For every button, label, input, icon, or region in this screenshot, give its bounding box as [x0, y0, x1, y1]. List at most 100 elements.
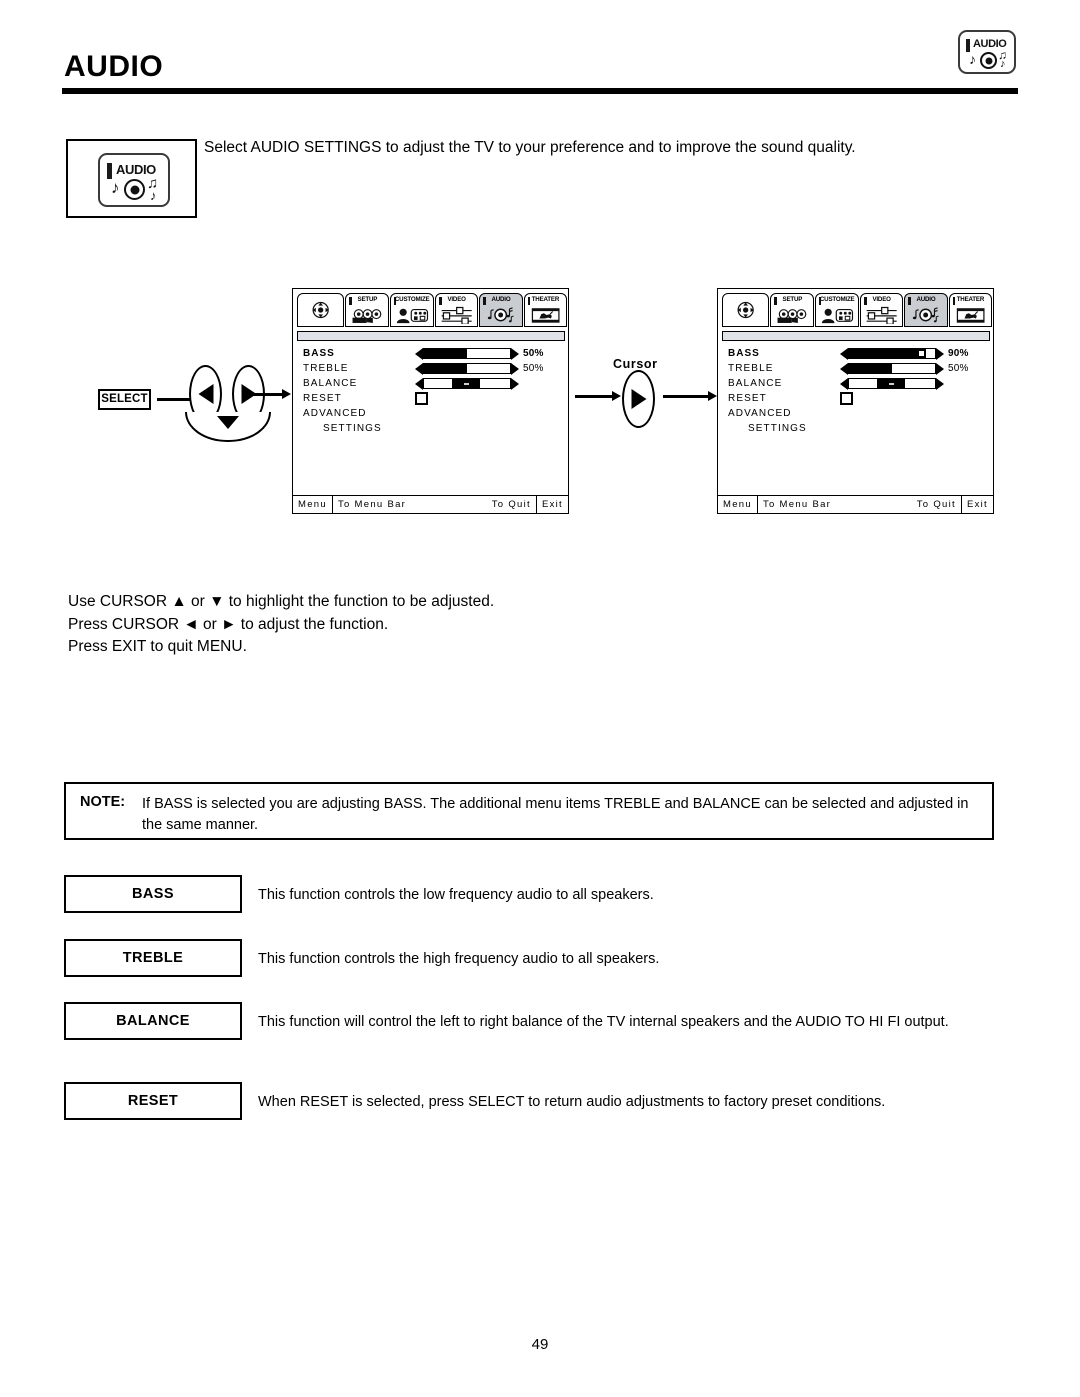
cursor-down-icon	[217, 416, 239, 429]
music-note-icon: ♪	[969, 51, 976, 67]
slider-left-arrow-icon[interactable]	[415, 347, 423, 360]
title-divider	[62, 88, 1018, 94]
menu-item-balance[interactable]: BALANCE	[728, 376, 988, 391]
menu-item-reset[interactable]: RESET	[303, 391, 563, 406]
cursor-left-icon	[198, 384, 213, 404]
menu-tab-theater[interactable]: THEATER	[523, 293, 567, 327]
menu-tab-home[interactable]	[297, 293, 345, 327]
menu-tab-label: THEATER	[956, 296, 985, 303]
arrow-cursor-to-menu2	[663, 391, 717, 401]
slider-fill	[424, 349, 467, 358]
menu-item-advanced[interactable]: ADVANCED	[303, 406, 563, 421]
menu-item-label: BALANCE	[728, 378, 783, 389]
slider-track[interactable]	[848, 348, 936, 359]
menu-item-list: BASS 50% TREBLE 50% BALANCE RESET ADVANCED SETT…	[303, 346, 563, 436]
menu-item-label: SETTINGS	[748, 423, 807, 434]
menu-item-advanced[interactable]: ADVANCED	[728, 406, 988, 421]
camcorder-icon	[774, 304, 809, 325]
slider-track[interactable]	[848, 363, 936, 374]
note-text: If BASS is selected you are adjusting BA…	[142, 796, 969, 833]
slider-track[interactable]	[423, 378, 511, 389]
menu-item-slider[interactable]: 50%	[415, 362, 544, 375]
film-icon	[528, 304, 563, 325]
menu-item-slider[interactable]	[415, 377, 519, 390]
slider-right-arrow-icon[interactable]	[936, 377, 944, 390]
slider-right-arrow-icon[interactable]	[936, 362, 944, 375]
cursor-flow-label: Cursor	[613, 357, 658, 371]
menu-item-label: TREBLE	[728, 363, 774, 374]
menu-tab-customize[interactable]: CUSTOMIZE	[814, 293, 860, 327]
music-note-icon: ♪	[1000, 58, 1006, 70]
slider-left-arrow-icon[interactable]	[840, 347, 848, 360]
reset-checkbox[interactable]	[415, 392, 428, 405]
menu-item-bass[interactable]: BASS 50%	[303, 346, 563, 361]
footer-menu: Menu	[718, 496, 758, 513]
audio-note-icon	[483, 304, 518, 325]
slider-right-arrow-icon[interactable]	[511, 347, 519, 360]
music-note-icon: ♪	[111, 178, 120, 197]
menu-item-treble[interactable]: TREBLE 50%	[303, 361, 563, 376]
tab-marker-icon	[908, 297, 911, 305]
note-label: NOTE:	[80, 794, 126, 810]
menu-tab-customize[interactable]: CUSTOMIZE	[389, 293, 435, 327]
tab-marker-icon	[439, 297, 442, 305]
menu-tab-label: SETUP	[782, 296, 802, 303]
menu-item-treble[interactable]: TREBLE 50%	[728, 361, 988, 376]
slider-left-arrow-icon[interactable]	[415, 362, 423, 375]
cursor-down-button[interactable]	[185, 412, 271, 442]
slider-track[interactable]	[848, 378, 936, 389]
menu-item-slider[interactable]: 50%	[840, 362, 969, 375]
menu-tab-label: CUSTOMIZE	[394, 296, 430, 303]
footer-to-quit: To Quit	[491, 499, 531, 510]
slider-right-arrow-icon[interactable]	[511, 362, 519, 375]
menu-item-bass[interactable]: BASS 90%	[728, 346, 988, 361]
menu-item-slider[interactable]: 90%	[840, 347, 969, 360]
note-box: NOTE: If BASS is selected you are adjust…	[64, 782, 994, 840]
menu-tab-home[interactable]	[722, 293, 770, 327]
menu-item-slider[interactable]: 50%	[415, 347, 544, 360]
slider-right-arrow-icon[interactable]	[936, 347, 944, 360]
footer-hints: To Menu Bar To Quit	[758, 496, 962, 513]
menu-tab-theater[interactable]: THEATER	[948, 293, 992, 327]
menu-tab-setup[interactable]: SETUP	[770, 293, 814, 327]
menu-item-label: ADVANCED	[303, 408, 367, 419]
slider-left-arrow-icon[interactable]	[840, 362, 848, 375]
menu-tab-audio[interactable]: AUDIO	[904, 293, 948, 327]
menu-item-balance[interactable]: BALANCE	[303, 376, 563, 391]
slider-track[interactable]	[423, 348, 511, 359]
select-button[interactable]: SELECT	[98, 389, 151, 410]
audio-note-icon	[908, 304, 943, 325]
menu-tab-label: VIDEO	[447, 296, 466, 303]
cursor-pad[interactable]	[185, 365, 280, 442]
cursor-right-key[interactable]	[622, 370, 662, 432]
person-icon	[819, 304, 855, 325]
menu-item-reset[interactable]: RESET	[728, 391, 988, 406]
slider-track[interactable]	[423, 363, 511, 374]
menu-screen-after: SETUP CUSTOMIZE VIDEO AUDIO THEATER BASS 90% T…	[717, 288, 994, 514]
menu-item-label: BASS	[303, 348, 335, 359]
page-number: 49	[531, 1336, 549, 1353]
menu-item-label: RESET	[303, 393, 342, 404]
person-icon	[394, 304, 430, 325]
menu-item-settings[interactable]: SETTINGS	[728, 421, 988, 436]
menu-item-settings[interactable]: SETTINGS	[303, 421, 563, 436]
cursor-right-button[interactable]	[622, 370, 655, 428]
slider-left-arrow-icon[interactable]	[415, 377, 423, 390]
menu-item-slider[interactable]	[840, 377, 944, 390]
audio-button-icon: AUDIO ♪ ♫ ♪	[98, 153, 170, 207]
definition-term: BALANCE	[64, 1002, 242, 1040]
menu-tab-video[interactable]: VIDEO	[860, 293, 904, 327]
footer-menu: Menu	[293, 496, 333, 513]
menu-item-label: BASS	[728, 348, 760, 359]
slider-right-arrow-icon[interactable]	[511, 377, 519, 390]
menu-tab-setup[interactable]: SETUP	[345, 293, 389, 327]
reset-checkbox[interactable]	[840, 392, 853, 405]
slider-fill	[849, 349, 927, 358]
dpad-icon	[728, 296, 763, 324]
menu-item-label: BALANCE	[303, 378, 358, 389]
slider-left-arrow-icon[interactable]	[840, 377, 848, 390]
menu-tab-audio[interactable]: AUDIO	[479, 293, 523, 327]
menu-tab-video[interactable]: VIDEO	[435, 293, 479, 327]
audio-icon-bar	[107, 163, 112, 179]
page-title: AUDIO	[64, 50, 164, 83]
